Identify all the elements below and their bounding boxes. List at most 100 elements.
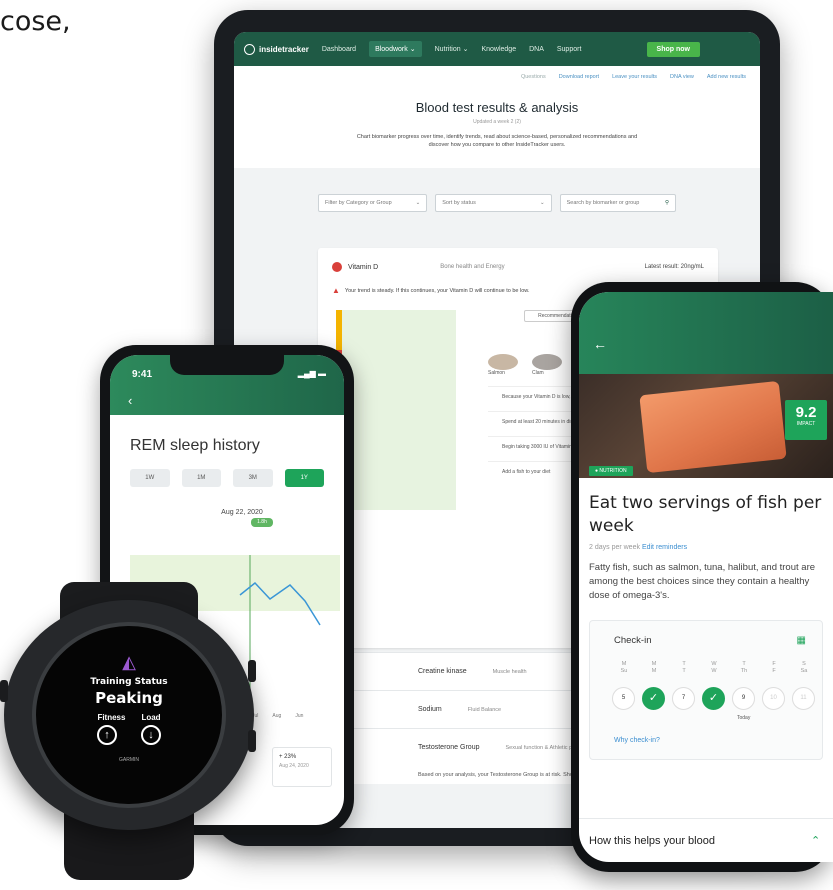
watch-face: ◭ Training Status Peaking Fitness Load ↑…: [32, 622, 226, 808]
date-circle-today[interactable]: 9: [732, 686, 755, 710]
back-icon[interactable]: ‹: [128, 393, 132, 408]
weekday-initial: M: [621, 660, 627, 667]
search-placeholder: Search by biomarker or group: [566, 199, 640, 206]
category-filter[interactable]: Filter by Category or Group ⌄: [318, 193, 428, 212]
nav-bloodwork[interactable]: Bloodwork ⌄: [369, 41, 422, 57]
subnav-dna-view[interactable]: DNA view: [670, 74, 694, 80]
salmon-photo: 9.2 IMPACT ● NUTRITION: [579, 374, 833, 478]
salmon-fillet-image: [639, 380, 787, 474]
page-header: Blood test results & analysis Updated a …: [234, 88, 760, 168]
range-selector: 1W 1M 3M 1Y: [110, 469, 344, 487]
weekday-abbr: F: [772, 668, 776, 675]
subnav-questions[interactable]: Questions: [521, 74, 546, 80]
logo-icon: [244, 43, 255, 55]
arrow-up-icon: ↑: [97, 725, 117, 745]
today-label: Today: [737, 714, 751, 721]
recommendation-title: Eat two servings of fish per week: [589, 493, 822, 536]
range-1m[interactable]: 1M: [181, 469, 221, 487]
sort-filter[interactable]: Sort by status ⌄: [435, 193, 552, 212]
arrow-down-icon: ↓: [141, 725, 161, 745]
phone-right-screen: ← 9.2 IMPACT ● NUTRITION Eat two serving…: [579, 292, 833, 862]
chevron-down-icon: ⌄: [539, 199, 545, 206]
impact-badge: 9.2 IMPACT: [785, 400, 827, 440]
logo[interactable]: insidetracker: [244, 43, 309, 55]
smartwatch: ◭ Training Status Peaking Fitness Load ↑…: [0, 600, 256, 830]
value-badge: 1.8h: [251, 518, 273, 527]
app-header: ←: [579, 292, 833, 374]
search-icon: ⚲: [664, 199, 669, 206]
sub-nav: Questions Download report Leave your res…: [234, 66, 760, 88]
date-circle: 11: [792, 686, 815, 710]
impact-value: 9.2: [795, 404, 817, 421]
food-label: Salmon: [488, 370, 505, 376]
list-item-name: Testosterone Group: [418, 744, 480, 751]
checked-date-icon[interactable]: ✓: [642, 686, 665, 710]
weekday-abbr: W: [711, 668, 717, 675]
checkin-title: Check-in: [614, 634, 652, 646]
nav-dashboard[interactable]: Dashboard: [322, 46, 356, 53]
why-checkin-link[interactable]: Why check-in?: [614, 737, 660, 744]
weekday-abbr: Su: [620, 668, 628, 675]
category-filter-label: Filter by Category or Group: [325, 199, 392, 206]
training-status-label: Training Status: [90, 677, 168, 687]
weekday: M Su: [614, 661, 634, 676]
watch-button-left[interactable]: [0, 680, 8, 702]
watch-metric-labels: Fitness Load: [36, 713, 222, 722]
back-arrow-icon[interactable]: ←: [593, 336, 607, 352]
training-status-value: Peaking: [95, 689, 163, 707]
watch-brand: GARMIN: [119, 757, 139, 763]
range-3m[interactable]: 3M: [233, 469, 273, 487]
weekday-abbr: M: [651, 668, 657, 675]
load-label: Load: [141, 713, 161, 722]
category-tag: ● NUTRITION: [589, 466, 633, 476]
salmon-image: [488, 354, 518, 370]
recommendation-meta: 2 days per week Edit reminders: [579, 538, 833, 551]
how-this-helps-section[interactable]: How this helps your blood ⌃: [579, 818, 833, 862]
weekday-abbr: Sa: [800, 668, 808, 675]
search-input[interactable]: Search by biomarker or group ⚲: [559, 193, 676, 212]
screen-title: REM sleep history: [130, 437, 260, 454]
biomarker-card-header[interactable]: Vitamin D Bone health and Energy Latest …: [318, 248, 718, 282]
filter-bar: Filter by Category or Group ⌄ Sort by st…: [234, 168, 760, 212]
date-circle[interactable]: 7: [672, 686, 695, 710]
range-1w[interactable]: 1W: [130, 469, 170, 487]
weekday-initial: M: [651, 660, 657, 667]
weekday-initial: W: [711, 660, 717, 667]
food-item[interactable]: Clam: [532, 354, 562, 376]
latest-result: Latest result: 20ng/mL: [644, 264, 704, 270]
weekday: TT: [674, 661, 694, 676]
checkin-dates: 5 ✓ 7 ✓ 9 10 11: [612, 686, 815, 710]
checked-date-icon[interactable]: ✓: [702, 686, 725, 710]
biomarker-chart: [336, 310, 456, 510]
range-1y[interactable]: 1Y: [284, 469, 324, 487]
shop-button[interactable]: Shop now: [646, 41, 700, 57]
nav-support[interactable]: Support: [557, 46, 582, 53]
subnav-add-results[interactable]: Add new results: [707, 74, 746, 80]
nav-nutrition[interactable]: Nutrition ⌄: [435, 45, 469, 53]
date-circle: 10: [762, 686, 785, 710]
weekday-initial: T: [682, 660, 686, 667]
checkin-card: Check-in ▦ M Su MM TT WW T Th FF S Sa 5 ✓ 7…: [589, 619, 823, 760]
nav-dna[interactable]: DNA: [529, 46, 544, 53]
food-item[interactable]: Salmon: [488, 354, 518, 376]
edit-reminders-link[interactable]: Edit reminders: [642, 544, 687, 551]
weekday: MM: [644, 661, 664, 676]
sort-filter-label: Sort by status: [442, 199, 476, 206]
chevron-down-icon: ⌄: [415, 199, 421, 206]
date-circle[interactable]: 5: [612, 686, 635, 710]
clam-image: [532, 354, 562, 370]
page-subtitle: Updated a week 2 (2): [473, 119, 521, 125]
chevron-up-icon: ⌃: [811, 835, 821, 847]
corner-text: cose,: [0, 6, 71, 37]
weekday-initial: T: [742, 660, 746, 667]
watch-button-right-bottom[interactable]: [248, 730, 256, 752]
stat-card: + 23% Aug 24, 2020: [272, 747, 332, 787]
subnav-download[interactable]: Download report: [559, 74, 599, 80]
calendar-icon[interactable]: ▦: [797, 635, 806, 646]
subnav-leave-results[interactable]: Leave your results: [612, 74, 657, 80]
nav-knowledge[interactable]: Knowledge: [481, 46, 516, 53]
watch-arrows: ↑ ↓: [36, 725, 222, 745]
weekday: FF: [764, 661, 784, 676]
watch-button-right-top[interactable]: [248, 660, 256, 682]
status-time: 9:41: [132, 369, 153, 380]
